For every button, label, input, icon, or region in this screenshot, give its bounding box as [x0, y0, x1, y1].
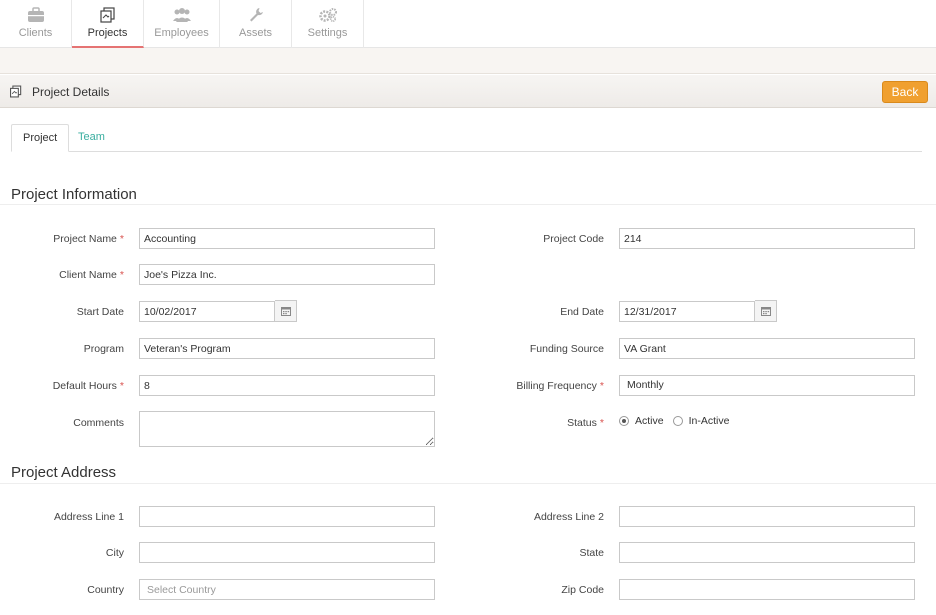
page-header: Project Details Back [0, 75, 936, 108]
calendar-icon [760, 307, 771, 316]
end-date-input[interactable] [619, 301, 755, 322]
nav-item-assets[interactable]: Assets [220, 0, 292, 48]
nav-item-settings[interactable]: Settings [292, 0, 364, 48]
nav-item-projects[interactable]: Projects [72, 0, 144, 48]
state-input[interactable] [619, 542, 915, 563]
client-name-input[interactable] [139, 264, 435, 285]
client-name-label: Client Name * [59, 269, 124, 281]
wrench-icon [220, 7, 291, 25]
billing-frequency-select[interactable]: Monthly [619, 375, 915, 396]
tab-bar: Project Team [11, 124, 922, 152]
zip-code-label: Zip Code [561, 584, 604, 596]
people-icon [144, 7, 219, 25]
project-code-input[interactable] [619, 228, 915, 249]
tab-team[interactable]: Team [67, 124, 116, 152]
status-inactive-radio[interactable] [672, 416, 683, 426]
tab-project[interactable]: Project [11, 124, 70, 152]
billing-frequency-label: Billing Frequency * [516, 380, 604, 392]
funding-source-input[interactable] [619, 338, 915, 359]
funding-source-label: Funding Source [529, 343, 604, 355]
status-active-label: Active [635, 415, 664, 427]
nav-label: Employees [154, 27, 209, 39]
nav-label: Clients [18, 27, 53, 39]
address-line-2-input[interactable] [619, 506, 915, 527]
section-divider [0, 483, 936, 484]
projects-icon [9, 85, 23, 103]
zip-code-input[interactable] [619, 579, 915, 600]
nav-item-clients[interactable]: Clients [0, 0, 72, 48]
status-label: Status * [567, 417, 604, 429]
nav-label: Projects [87, 27, 128, 39]
back-button[interactable]: Back [882, 81, 928, 103]
section-title-info: Project Information [11, 186, 137, 203]
state-label: State [579, 547, 604, 559]
gears-icon [292, 7, 363, 25]
billing-frequency-value: Monthly [627, 379, 664, 391]
briefcase-icon [0, 7, 71, 25]
status-inactive-label: In-Active [688, 415, 730, 427]
page-title: Project Details [32, 85, 110, 99]
status-active-radio[interactable] [619, 416, 629, 426]
nav-item-employees[interactable]: Employees [144, 0, 220, 48]
status-radio-group: Active In-Active [619, 415, 729, 427]
end-date-label: End Date [560, 306, 604, 318]
end-date-calendar-button[interactable] [755, 300, 777, 322]
nav-strip [0, 48, 936, 74]
section-divider [0, 204, 936, 205]
project-code-label: Project Code [543, 233, 604, 245]
projects-icon [72, 7, 143, 25]
nav-label: Assets [238, 27, 272, 39]
nav-label: Settings [307, 27, 348, 39]
top-nav: Clients Projects Employees Assets Settin… [0, 0, 936, 48]
section-title-address: Project Address [11, 464, 117, 481]
address-line-2-label: Address Line 2 [533, 511, 604, 523]
